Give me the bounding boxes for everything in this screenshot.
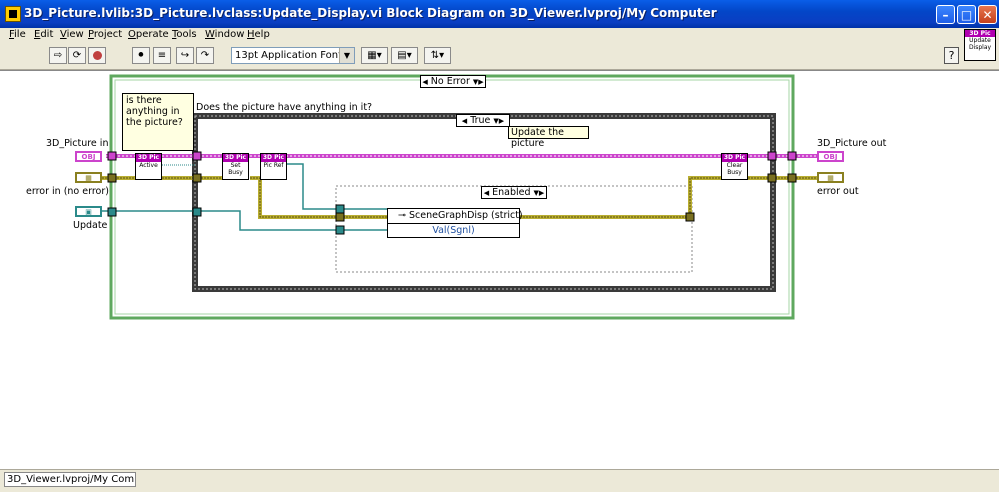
- maximize-button[interactable]: □: [957, 5, 976, 24]
- window-title-bar: 3D_Picture.lvlib:3D_Picture.lvclass:Upda…: [0, 0, 999, 28]
- minimize-button[interactable]: –: [936, 5, 955, 24]
- retain-wire-values-icon[interactable]: ≡: [153, 47, 171, 64]
- menu-project[interactable]: Project: [88, 29, 122, 40]
- horizontal-scrollbar[interactable]: [140, 476, 978, 487]
- error-tunnel-in[interactable]: [107, 173, 117, 183]
- menu-operate[interactable]: Operate: [128, 29, 169, 40]
- comment-picture-check[interactable]: is there anything in the picture?: [122, 93, 194, 151]
- inner-case-selector-value: True: [470, 115, 491, 126]
- disable-ref-tunnel[interactable]: [335, 204, 345, 214]
- window-title: 3D_Picture.lvlib:3D_Picture.lvclass:Upda…: [24, 6, 717, 20]
- update-tunnel-in[interactable]: [107, 207, 117, 217]
- comment-case-description[interactable]: Does the picture have anything in it?: [196, 102, 372, 113]
- property-node[interactable]: ⊸ SceneGraphDisp (strict) Val(Sgnl): [387, 208, 523, 238]
- menu-bar: File Edit View Project Operate Tools Win…: [0, 28, 999, 43]
- disable-error-tunnel-out[interactable]: [685, 212, 695, 222]
- status-bar: 3D_Viewer.lvproj/My Computer: [0, 469, 999, 492]
- font-select[interactable]: 13pt Application Font ▼: [231, 47, 355, 64]
- menu-edit[interactable]: Edit: [34, 29, 53, 40]
- inner-update-tunnel-in[interactable]: [192, 207, 202, 217]
- step-into-icon[interactable]: ↪: [176, 47, 194, 64]
- vi-icon-line1: Update: [969, 37, 991, 44]
- set-busy-subvi-header: 3D Pic: [223, 154, 248, 162]
- toolbar: ⇨ ⟳ ⚫ ≡ ↪ ↷ 13pt Application Font ▼ ▦▾ ▤…: [0, 43, 999, 70]
- decrement-arrow-icon[interactable]: ◀: [462, 117, 467, 125]
- active-subvi-header: 3D Pic: [136, 154, 161, 162]
- vi-icon-header: 3D Pic: [965, 30, 995, 37]
- picture-in-label: 3D_Picture in: [46, 138, 109, 149]
- update-terminal[interactable]: ▣: [75, 206, 102, 217]
- block-diagram-canvas[interactable]: ◀ No Error ▼▶ ◀ True ▼▶ ◀ Enabled ▼▶ is …: [0, 70, 999, 470]
- pic-ref-subvi[interactable]: 3D Pic Pic Ref: [260, 153, 287, 180]
- pic-ref-subvi-header: 3D Pic: [261, 154, 286, 162]
- disable-update-tunnel[interactable]: [335, 225, 345, 235]
- active-subvi-label: Active: [139, 162, 158, 169]
- font-select-value: 13pt Application Font: [235, 50, 342, 61]
- menu-tools[interactable]: Tools: [172, 29, 197, 40]
- property-node-property[interactable]: Val(Sgnl): [388, 224, 519, 238]
- project-context[interactable]: 3D_Viewer.lvproj/My Computer: [4, 472, 136, 487]
- chevron-down-icon[interactable]: ▼▶: [493, 117, 504, 125]
- menu-file[interactable]: File: [9, 29, 26, 40]
- close-button[interactable]: ✕: [978, 5, 997, 24]
- inner-error-tunnel-out[interactable]: [767, 173, 777, 183]
- clear-busy-subvi[interactable]: 3D Pic Clear Busy: [721, 153, 748, 180]
- disable-error-tunnel[interactable]: [335, 212, 345, 222]
- disable-selector-value: Enabled: [492, 187, 531, 198]
- update-label: Update: [73, 220, 108, 231]
- align-objects-icon[interactable]: ▦▾: [361, 47, 388, 64]
- highlight-execution-icon[interactable]: ⚫: [132, 47, 150, 64]
- menu-help[interactable]: Help: [247, 29, 270, 40]
- error-in-terminal[interactable]: ▦: [75, 172, 102, 183]
- step-over-icon[interactable]: ↷: [196, 47, 214, 64]
- decrement-arrow-icon[interactable]: ◀: [484, 189, 489, 197]
- class-tunnel-out[interactable]: [787, 151, 797, 161]
- active-subvi[interactable]: 3D Pic Active: [135, 153, 162, 180]
- context-help-button[interactable]: ?: [944, 47, 959, 64]
- picture-in-terminal[interactable]: OBJ: [75, 151, 102, 162]
- error-out-label: error out: [817, 186, 859, 197]
- picture-in-tag: OBJ: [81, 153, 96, 161]
- property-node-class-header: ⊸ SceneGraphDisp (strict): [388, 209, 523, 224]
- distribute-objects-icon[interactable]: ▤▾: [391, 47, 418, 64]
- error-in-label: error in (no error): [26, 186, 109, 197]
- picture-out-label: 3D_Picture out: [817, 138, 887, 149]
- labview-app-icon[interactable]: [5, 6, 21, 22]
- menu-window[interactable]: Window: [205, 29, 244, 40]
- chevron-down-icon: ▼: [339, 48, 354, 63]
- vi-icon[interactable]: 3D Pic Update Display: [964, 29, 996, 61]
- set-busy-subvi[interactable]: 3D Pic Set Busy: [222, 153, 249, 180]
- abort-icon[interactable]: [88, 47, 106, 64]
- picture-out-tag: OBJ: [823, 153, 838, 161]
- reorder-icon[interactable]: ⇅▾: [424, 47, 451, 64]
- key-icon: ⊸: [398, 210, 406, 221]
- inner-case-structure[interactable]: [192, 113, 776, 292]
- disable-structure-selector[interactable]: ◀ Enabled ▼▶: [481, 186, 547, 199]
- decrement-arrow-icon[interactable]: ◀: [422, 78, 427, 86]
- inner-case-selector[interactable]: ◀ True ▼▶: [456, 114, 510, 127]
- inner-case-hatch: [194, 115, 774, 290]
- error-tunnel-out[interactable]: [787, 173, 797, 183]
- inner-class-tunnel-out[interactable]: [767, 151, 777, 161]
- chevron-down-icon[interactable]: ▼▶: [473, 78, 484, 86]
- pic-ref-subvi-label: Pic Ref: [263, 162, 284, 169]
- menu-view[interactable]: View: [60, 29, 84, 40]
- inner-error-tunnel-in[interactable]: [192, 173, 202, 183]
- comment-update-picture[interactable]: Update the picture: [508, 126, 589, 149]
- set-busy-subvi-label: Set Busy: [228, 162, 243, 176]
- class-tunnel-in[interactable]: [107, 151, 117, 161]
- picture-out-terminal[interactable]: OBJ: [817, 151, 844, 162]
- chevron-down-icon[interactable]: ▼▶: [534, 189, 545, 197]
- property-node-class: SceneGraphDisp (strict): [409, 210, 523, 221]
- vi-icon-line2: Display: [968, 44, 992, 51]
- inner-class-tunnel-in[interactable]: [192, 151, 202, 161]
- outer-case-selector[interactable]: ◀ No Error ▼▶: [420, 75, 486, 88]
- run-arrow-icon[interactable]: ⇨: [49, 47, 67, 64]
- error-out-terminal[interactable]: ▦: [817, 172, 844, 183]
- clear-busy-subvi-header: 3D Pic: [722, 154, 747, 162]
- outer-case-selector-value: No Error: [430, 76, 470, 87]
- clear-busy-subvi-label: Clear Busy: [726, 162, 743, 176]
- run-continuously-icon[interactable]: ⟳: [68, 47, 86, 64]
